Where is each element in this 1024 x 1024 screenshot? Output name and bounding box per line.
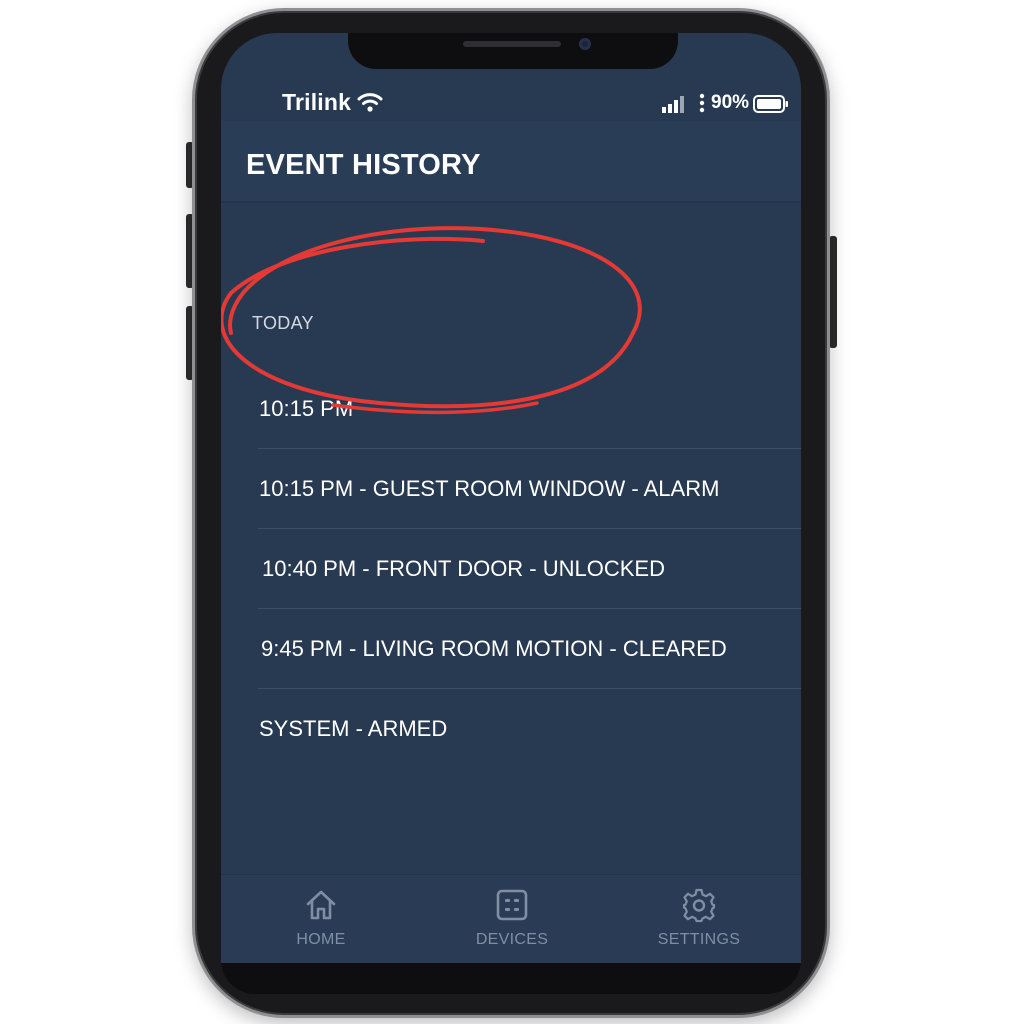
gear-icon xyxy=(682,888,716,923)
bottom-tab-bar: HOME DEVICES SETTINGS xyxy=(221,874,801,963)
notch xyxy=(348,33,678,69)
tab-devices-label: DEVICES xyxy=(475,931,549,948)
status-bar: Trilink 90% xyxy=(221,87,801,121)
event-list-item[interactable]: SYSTEM - ARMED xyxy=(258,689,801,769)
event-text: 10:15 PM xyxy=(259,396,354,421)
tab-settings-label: SETTINGS xyxy=(657,931,741,948)
page-title: EVENT HISTORY xyxy=(246,149,481,181)
devices-icon xyxy=(496,889,528,921)
event-list-item[interactable]: 10:15 PM xyxy=(258,369,801,449)
event-list: 10:15 PM 10:15 PM - GUEST ROOM WINDOW - … xyxy=(258,369,801,769)
phone-mockup: Trilink 90% EVENT HISTORY TODAY 10:15 PM… xyxy=(0,0,1024,1024)
event-list-item[interactable]: 10:15 PM - GUEST ROOM WINDOW - ALARM xyxy=(258,449,801,529)
event-text: 9:45 PM - LIVING ROOM MOTION - CLEARED xyxy=(261,636,727,661)
battery-icon xyxy=(753,95,788,113)
tab-home-label: HOME xyxy=(296,931,346,948)
tab-devices[interactable]: DEVICES xyxy=(432,887,592,949)
tab-settings[interactable]: SETTINGS xyxy=(619,887,779,949)
app-header: EVENT HISTORY xyxy=(221,121,801,203)
event-text: 10:15 PM - GUEST ROOM WINDOW - ALARM xyxy=(259,476,720,501)
earpiece-speaker xyxy=(463,41,561,47)
carrier-name: Trilink xyxy=(282,89,352,115)
wifi-icon xyxy=(357,93,383,112)
tab-home[interactable]: HOME xyxy=(241,887,401,949)
power-button xyxy=(829,236,837,348)
event-list-item[interactable]: 9:45 PM - LIVING ROOM MOTION - CLEARED xyxy=(258,609,801,689)
signal-icon xyxy=(662,96,684,113)
front-camera xyxy=(579,38,591,50)
section-label-today: TODAY xyxy=(252,313,314,333)
home-icon xyxy=(306,890,336,920)
battery-percentage: 90% xyxy=(711,92,750,113)
event-list-item[interactable]: 10:40 PM - FRONT DOOR - UNLOCKED xyxy=(258,529,801,609)
more-indicator-icon xyxy=(699,93,705,113)
event-text: SYSTEM - ARMED xyxy=(259,716,448,741)
event-text: 10:40 PM - FRONT DOOR - UNLOCKED xyxy=(262,556,665,581)
app-screen: Trilink 90% EVENT HISTORY TODAY 10:15 PM… xyxy=(221,33,801,963)
phone-bottom-bezel xyxy=(221,960,801,994)
